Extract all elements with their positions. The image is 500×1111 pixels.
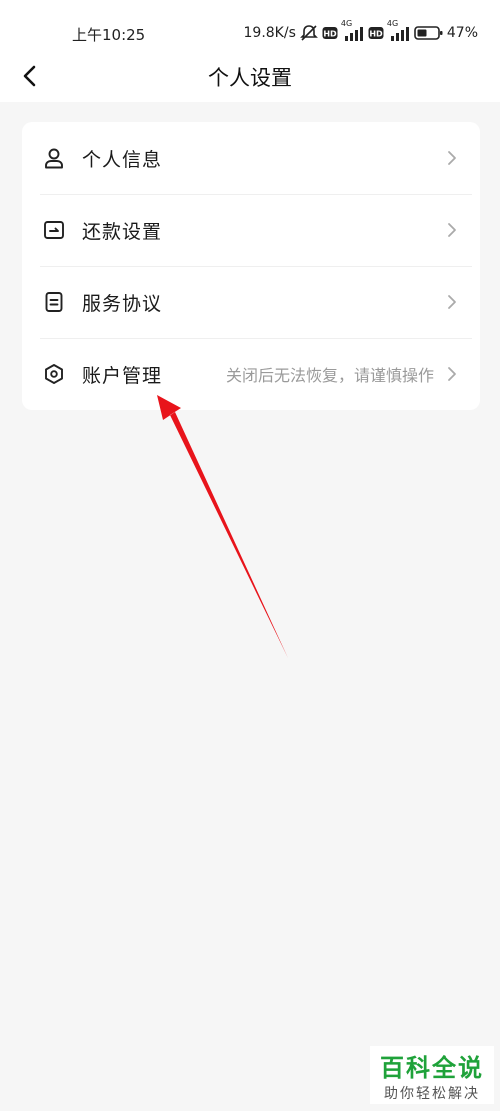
hexagon-settings-icon bbox=[42, 362, 66, 386]
status-indicators: 19.8K/s HD 4G HD 4G 47% bbox=[243, 19, 478, 43]
menu-item-label: 账户管理 bbox=[82, 364, 163, 387]
hd-icon: HD bbox=[368, 26, 384, 40]
user-icon bbox=[42, 146, 66, 170]
chevron-right-icon bbox=[446, 220, 462, 240]
menu-item-account-management[interactable]: 账户管理 关闭后无法恢复，请谨慎操作 bbox=[22, 338, 480, 410]
network-speed: 19.8K/s bbox=[243, 25, 296, 41]
watermark-logo: 百科全说 助你轻松解决 bbox=[370, 1046, 494, 1104]
watermark-subtitle: 助你轻松解决 bbox=[384, 1086, 480, 1102]
header: 个人设置 bbox=[0, 50, 500, 102]
signal-icon: 4G bbox=[341, 19, 365, 42]
menu-item-service-agreement[interactable]: 服务协议 bbox=[22, 266, 480, 338]
document-icon bbox=[42, 290, 66, 314]
network-type-label: 4G bbox=[386, 19, 399, 28]
svg-text:HD: HD bbox=[369, 30, 383, 39]
svg-text:HD: HD bbox=[323, 30, 337, 39]
status-time: 上午10:25 bbox=[72, 26, 146, 44]
watermark-title: 百科全说 bbox=[380, 1054, 484, 1082]
page-title: 个人设置 bbox=[208, 66, 292, 90]
menu-item-label: 个人信息 bbox=[82, 148, 163, 171]
menu-item-personal-info[interactable]: 个人信息 bbox=[22, 122, 480, 194]
battery-icon bbox=[414, 25, 444, 41]
hd-icon: HD bbox=[322, 26, 338, 40]
menu-item-label: 还款设置 bbox=[82, 220, 163, 243]
mute-alarm-icon bbox=[299, 24, 319, 42]
status-bar: 上午10:25 19.8K/s HD 4G HD 4G 47% bbox=[0, 0, 500, 50]
network-type-label: 4G bbox=[340, 19, 353, 28]
menu-item-hint: 关闭后无法恢复，请谨慎操作 bbox=[225, 366, 434, 385]
battery-percent: 47% bbox=[446, 25, 478, 41]
repayment-card-icon bbox=[42, 218, 66, 242]
chevron-right-icon bbox=[446, 148, 462, 168]
settings-card: 个人信息 还款设置 服务协议 账户管理 关闭后无法恢复，请谨慎操作 bbox=[22, 122, 480, 410]
menu-item-repayment-settings[interactable]: 还款设置 bbox=[22, 194, 480, 266]
chevron-right-icon bbox=[446, 292, 462, 312]
signal-icon: 4G bbox=[387, 19, 411, 42]
annotation-arrow-shape bbox=[157, 395, 288, 658]
chevron-right-icon bbox=[446, 364, 462, 384]
menu-item-label: 服务协议 bbox=[82, 292, 163, 315]
